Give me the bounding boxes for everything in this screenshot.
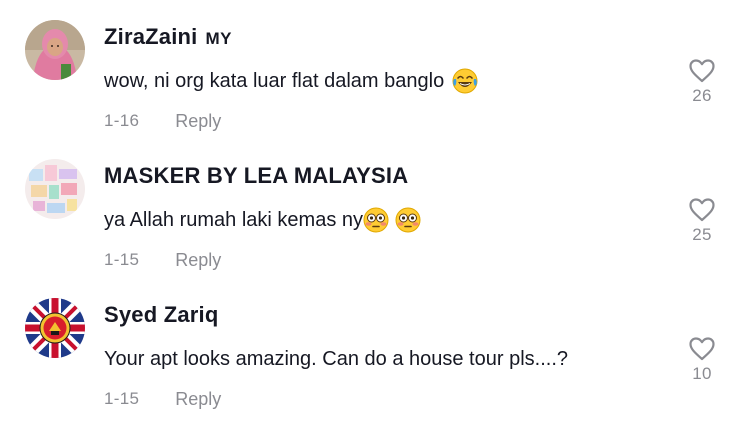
comment-meta: 1-16 Reply: [104, 108, 221, 134]
reply-button[interactable]: Reply: [175, 111, 221, 132]
like-button[interactable]: 25: [680, 197, 724, 253]
avatar[interactable]: [25, 20, 85, 80]
reply-button[interactable]: Reply: [175, 250, 221, 271]
comment-text-row: ya Allah rumah laki kemas ny: [104, 205, 421, 235]
like-count: 25: [692, 225, 712, 244]
comment-text: wow, ni org kata luar flat dalam banglo: [104, 69, 445, 92]
flushed-face-icon: [395, 207, 421, 233]
username-row: ZiraZaini MY: [104, 24, 232, 54]
heart-icon[interactable]: [688, 58, 716, 84]
like-button[interactable]: 10: [680, 336, 724, 392]
comment-date: 1-15: [104, 250, 140, 269]
heart-icon[interactable]: [688, 336, 716, 362]
username-row: MASKER BY LEA MALAYSIA: [104, 163, 416, 193]
comment-text: Your apt looks amazing. Can do a house t…: [104, 347, 568, 370]
comment-text-row: Your apt looks amazing. Can do a house t…: [104, 344, 568, 374]
like-count: 10: [692, 364, 712, 383]
flushed-face-icon: [363, 207, 389, 233]
comment-date: 1-15: [104, 389, 140, 408]
comment-item: MASKER BY LEA MALAYSIA ya Allah rumah la…: [0, 139, 742, 278]
avatar[interactable]: [25, 159, 85, 219]
comment-meta: 1-15 Reply: [104, 386, 221, 412]
comment-text-row: wow, ni org kata luar flat dalam banglo: [104, 66, 478, 96]
like-count: 26: [692, 86, 712, 105]
comment-item: Syed Zariq Your apt looks amazing. Can d…: [0, 278, 742, 417]
reply-button[interactable]: Reply: [175, 389, 221, 410]
comment-date: 1-16: [104, 111, 140, 130]
like-button[interactable]: 26: [680, 58, 724, 114]
comment-item: ZiraZaini MY wow, ni org kata luar flat …: [0, 0, 742, 139]
username[interactable]: MASKER BY LEA MALAYSIA: [104, 163, 408, 189]
face-with-tears-of-joy-icon: [452, 68, 478, 94]
country-tag: MY: [205, 29, 232, 48]
username-row: Syed Zariq: [104, 302, 226, 332]
comment-meta: 1-15 Reply: [104, 247, 221, 273]
avatar[interactable]: [25, 298, 85, 358]
username[interactable]: ZiraZaini: [104, 24, 198, 50]
comment-text: ya Allah rumah laki kemas ny: [104, 208, 364, 231]
heart-icon[interactable]: [688, 197, 716, 223]
username[interactable]: Syed Zariq: [104, 302, 218, 328]
